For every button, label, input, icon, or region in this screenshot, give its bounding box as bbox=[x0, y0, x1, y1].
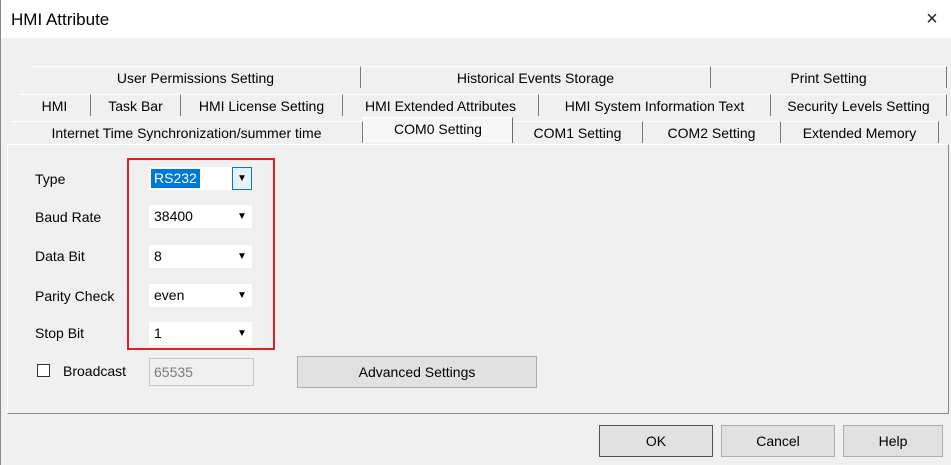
tab-extended-memory[interactable]: Extended Memory bbox=[781, 121, 939, 143]
broadcast-value-field: 65535 bbox=[149, 358, 254, 386]
baud-rate-label: Baud Rate bbox=[35, 209, 102, 225]
tab-task-bar[interactable]: Task Bar bbox=[91, 94, 181, 116]
tab-com0-setting[interactable]: COM0 Setting bbox=[363, 117, 513, 143]
broadcast-label: Broadcast bbox=[63, 363, 127, 379]
stop-bit-label: Stop Bit bbox=[35, 325, 85, 341]
dialog-title: HMI Attribute bbox=[11, 10, 110, 29]
help-button[interactable]: Help bbox=[843, 425, 943, 457]
tab-hmi-license-setting[interactable]: HMI License Setting bbox=[181, 94, 343, 116]
type-label: Type bbox=[35, 171, 66, 187]
parity-check-label: Parity Check bbox=[35, 288, 115, 304]
data-bit-label: Data Bit bbox=[35, 248, 85, 264]
tab-user-permissions-setting[interactable]: User Permissions Setting bbox=[31, 66, 361, 88]
cancel-button[interactable]: Cancel bbox=[721, 425, 835, 457]
tab-security-levels-setting[interactable]: Security Levels Setting bbox=[771, 94, 947, 116]
advanced-settings-button[interactable]: Advanced Settings bbox=[297, 356, 537, 388]
tab-com2-setting[interactable]: COM2 Setting bbox=[643, 121, 781, 143]
tab-com1-setting[interactable]: COM1 Setting bbox=[513, 121, 643, 143]
tab-internet-time-synchronization[interactable]: Internet Time Synchronization/summer tim… bbox=[11, 121, 363, 143]
tab-hmi[interactable]: HMI bbox=[19, 94, 91, 116]
close-icon[interactable]: × bbox=[918, 6, 946, 32]
hmi-attribute-dialog: HMI Attribute × User Permissions Setting… bbox=[0, 0, 951, 465]
tab-historical-events-storage[interactable]: Historical Events Storage bbox=[361, 66, 711, 88]
annotation-highlight-box bbox=[127, 158, 275, 350]
broadcast-value: 65535 bbox=[154, 364, 193, 380]
ok-button[interactable]: OK bbox=[599, 425, 713, 457]
tab-hmi-system-information-text[interactable]: HMI System Information Text bbox=[539, 94, 771, 116]
broadcast-checkbox[interactable] bbox=[37, 364, 50, 377]
tab-print-setting[interactable]: Print Setting bbox=[711, 66, 947, 88]
title-bar: HMI Attribute × bbox=[1, 0, 951, 38]
tab-hmi-extended-attributes[interactable]: HMI Extended Attributes bbox=[343, 94, 539, 116]
